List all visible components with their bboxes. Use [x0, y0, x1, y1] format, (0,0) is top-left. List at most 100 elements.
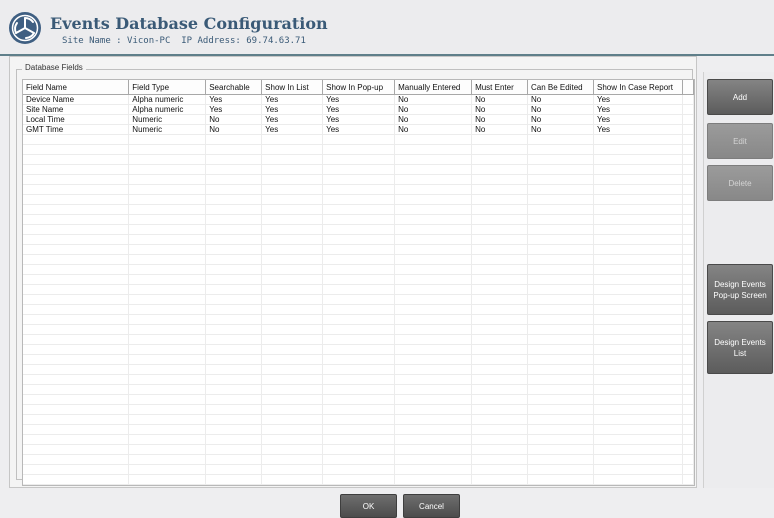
ok-button[interactable]: OK — [340, 494, 397, 518]
empty-table-row[interactable] — [23, 254, 694, 265]
table-cell — [23, 394, 130, 405]
cancel-button[interactable]: Cancel — [403, 494, 460, 518]
table-cell-spacer — [682, 424, 694, 435]
empty-table-row[interactable] — [23, 334, 694, 345]
empty-table-row[interactable] — [23, 304, 694, 315]
design-list-button[interactable]: Design Events List — [707, 321, 773, 374]
table-cell — [394, 254, 473, 265]
empty-table-row[interactable] — [23, 264, 694, 275]
empty-table-row[interactable] — [23, 274, 694, 285]
empty-table-row[interactable] — [23, 454, 694, 465]
column-header[interactable]: Can Be Edited — [527, 80, 594, 95]
empty-table-row[interactable] — [23, 404, 694, 415]
empty-table-row[interactable] — [23, 174, 694, 185]
table-cell-spacer — [682, 364, 694, 375]
empty-table-row[interactable] — [23, 314, 694, 325]
table-cell — [128, 264, 207, 275]
table-cell — [261, 154, 324, 165]
table-cell — [593, 204, 683, 215]
table-cell — [23, 384, 130, 395]
empty-table-row[interactable] — [23, 184, 694, 195]
table-cell — [322, 384, 396, 395]
table-row[interactable]: Device Name Alpha numeric Yes Yes Yes No No No Y… — [23, 94, 694, 105]
design-popup-button[interactable]: Design Events Pop-up Screen — [707, 264, 773, 315]
table-row[interactable]: GMT Time Numeric No Yes Yes No No No Yes — [23, 124, 694, 135]
table-cell — [261, 444, 324, 455]
column-header[interactable]: Searchable — [205, 80, 263, 95]
empty-table-row[interactable] — [23, 444, 694, 455]
table-cell-spacer — [682, 264, 694, 275]
empty-table-row[interactable] — [23, 464, 694, 475]
empty-table-row[interactable] — [23, 364, 694, 375]
table-cell — [593, 244, 683, 255]
empty-table-row[interactable] — [23, 214, 694, 225]
table-cell — [471, 164, 529, 175]
table-cell — [394, 344, 473, 355]
column-header[interactable]: Field Type — [128, 80, 207, 95]
empty-table-row[interactable] — [23, 244, 694, 255]
empty-table-row[interactable] — [23, 144, 694, 155]
empty-table-row[interactable] — [23, 204, 694, 215]
empty-table-row[interactable] — [23, 344, 694, 355]
table-cell: Local Time — [23, 114, 130, 125]
table-cell: Yes — [261, 124, 324, 135]
empty-table-row[interactable] — [23, 354, 694, 365]
empty-table-row[interactable] — [23, 324, 694, 335]
table-row[interactable]: Local Time Numeric No Yes Yes No No No Yes — [23, 114, 694, 125]
table-cell-spacer — [682, 414, 694, 425]
column-header[interactable]: Must Enter — [471, 80, 529, 95]
table-cell — [23, 244, 130, 255]
table-cell — [471, 234, 529, 245]
table-cell — [128, 364, 207, 375]
table-cell — [261, 394, 324, 405]
empty-table-row[interactable] — [23, 164, 694, 175]
column-header[interactable]: Manually Entered — [394, 80, 473, 95]
table-cell — [23, 274, 130, 285]
table-cell — [593, 364, 683, 375]
empty-table-row[interactable] — [23, 234, 694, 245]
table-cell: No — [527, 104, 594, 115]
table-cell — [527, 414, 594, 425]
table-cell: Numeric — [128, 114, 207, 125]
table-cell-spacer — [682, 174, 694, 185]
empty-table-row[interactable] — [23, 194, 694, 205]
table-row[interactable]: Site Name Alpha numeric Yes Yes Yes No No No Yes — [23, 104, 694, 115]
delete-button[interactable]: Delete — [707, 165, 773, 201]
empty-table-row[interactable] — [23, 474, 694, 485]
edit-button[interactable]: Edit — [707, 123, 773, 159]
empty-table-row[interactable] — [23, 384, 694, 395]
table-cell — [394, 164, 473, 175]
table-cell — [261, 384, 324, 395]
table-cell: No — [394, 94, 473, 105]
table-cell-spacer — [682, 354, 694, 365]
empty-table-row[interactable] — [23, 484, 694, 485]
add-button[interactable]: Add — [707, 79, 773, 115]
empty-table-row[interactable] — [23, 434, 694, 445]
empty-table-row[interactable] — [23, 134, 694, 145]
table-cell — [394, 484, 473, 485]
empty-table-row[interactable] — [23, 294, 694, 305]
column-header[interactable]: Show In Pop-up — [322, 80, 396, 95]
table-cell: Yes — [322, 104, 396, 115]
table-cell — [23, 404, 130, 415]
fields-grid[interactable]: Field Name Field Type Searchable Show In… — [22, 79, 695, 486]
table-cell — [593, 274, 683, 285]
empty-table-row[interactable] — [23, 154, 694, 165]
empty-table-row[interactable] — [23, 374, 694, 385]
empty-table-row[interactable] — [23, 414, 694, 425]
empty-table-row[interactable] — [23, 284, 694, 295]
table-cell — [471, 314, 529, 325]
column-header[interactable]: Field Name — [23, 80, 130, 95]
empty-table-row[interactable] — [23, 224, 694, 235]
empty-table-row[interactable] — [23, 394, 694, 405]
table-cell — [261, 184, 324, 195]
column-header[interactable]: Show In List — [261, 80, 324, 95]
table-cell-spacer — [682, 224, 694, 235]
empty-table-row[interactable] — [23, 424, 694, 435]
column-header[interactable]: Show In Case Report — [593, 80, 683, 95]
table-cell — [593, 344, 683, 355]
table-cell — [23, 354, 130, 365]
table-cell — [205, 224, 263, 235]
table-cell — [128, 214, 207, 225]
table-cell — [23, 194, 130, 205]
